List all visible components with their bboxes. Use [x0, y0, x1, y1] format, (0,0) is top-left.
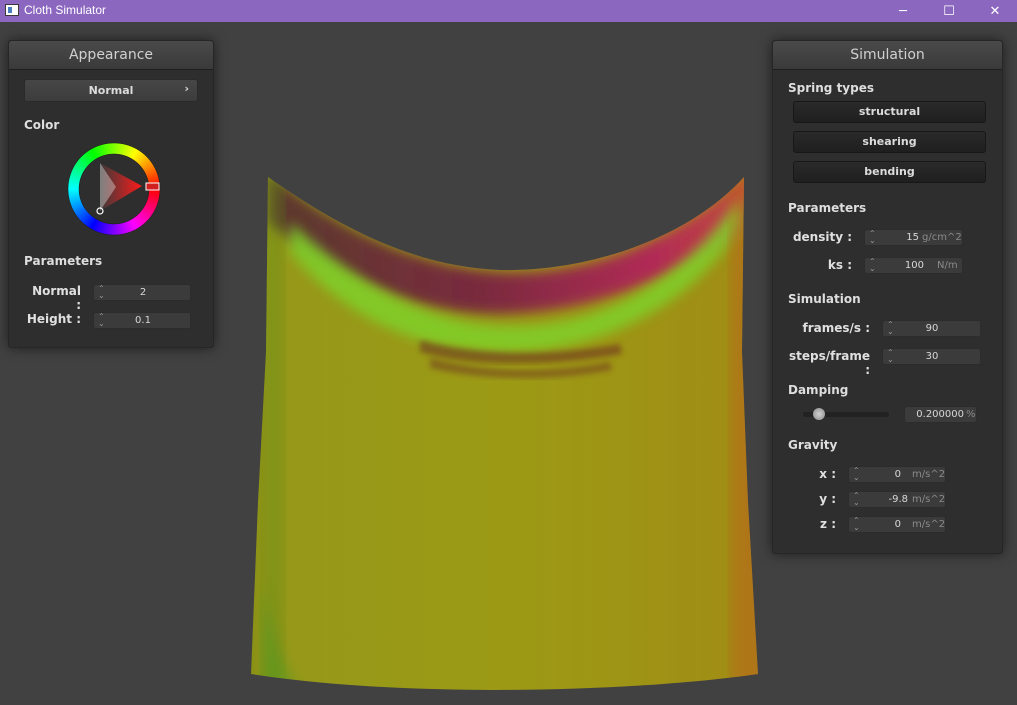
stepper-arrows-icon[interactable]: ⌃ ⌄: [869, 258, 876, 273]
stepper-arrows-icon[interactable]: ⌃ ⌄: [887, 321, 894, 336]
bending-button[interactable]: bending: [793, 161, 986, 183]
steps-value: 30: [925, 351, 939, 362]
frames-label: frames/s :: [802, 321, 870, 335]
density-value: 15: [906, 232, 919, 243]
appearance-panel-title: Appearance: [9, 41, 213, 70]
damping-value: 0.200000: [916, 409, 964, 420]
window-title: Cloth Simulator: [24, 3, 107, 17]
sim-parameters-label: Parameters: [788, 201, 867, 215]
gravity-z-label: z :: [820, 517, 836, 531]
height-stepper[interactable]: ⌃ ⌄ 0.1: [93, 312, 191, 329]
gravity-z-value: 0: [894, 519, 901, 530]
gravity-x-label: x :: [819, 467, 836, 481]
normal-label: Normal :: [32, 284, 81, 312]
ks-value: 100: [904, 260, 924, 271]
gravity-x-stepper[interactable]: ⌃ ⌄ 0 m/s^2: [848, 466, 946, 483]
ks-stepper[interactable]: ⌃ ⌄ 100 N/m: [864, 257, 963, 274]
frames-stepper[interactable]: ⌃ ⌄ 90: [882, 320, 981, 337]
stepper-arrows-icon[interactable]: ⌃ ⌄: [98, 285, 105, 300]
gravity-z-unit: m/s^2: [912, 519, 946, 530]
simulation-panel-title: Simulation: [773, 41, 1002, 70]
color-label: Color: [24, 118, 60, 132]
stepper-arrows-icon[interactable]: ⌃ ⌄: [853, 517, 860, 532]
ks-label: ks :: [827, 258, 852, 272]
density-stepper[interactable]: ⌃ ⌄ 15 g/cm^2: [864, 229, 963, 246]
damping-slider-handle[interactable]: [813, 408, 825, 420]
stepper-arrows-icon[interactable]: ⌃ ⌄: [869, 230, 876, 245]
normal-stepper[interactable]: ⌃ ⌄ 2: [93, 284, 191, 301]
chevron-right-icon: ›: [184, 82, 189, 95]
damping-field[interactable]: 0.200000 %: [904, 406, 977, 423]
gravity-y-label: y :: [819, 492, 836, 506]
spring-types-label: Spring types: [788, 81, 875, 95]
damping-label: Damping: [788, 383, 849, 397]
close-button[interactable]: ✕: [972, 0, 1017, 22]
parameters-label: Parameters: [24, 254, 103, 268]
stepper-arrows-icon[interactable]: ⌃ ⌄: [887, 349, 894, 364]
shearing-button[interactable]: shearing: [793, 131, 986, 153]
render-viewport[interactable]: Appearance Normal › Color Parameters Nor…: [0, 22, 1017, 705]
density-label: density :: [792, 230, 852, 244]
maximize-button[interactable]: ☐: [926, 0, 972, 22]
app-icon: [5, 4, 19, 16]
stepper-arrows-icon[interactable]: ⌃ ⌄: [98, 313, 105, 328]
gravity-x-value: 0: [894, 469, 901, 480]
stepper-arrows-icon[interactable]: ⌃ ⌄: [853, 492, 860, 507]
gravity-label: Gravity: [788, 438, 838, 452]
damping-unit: %: [966, 409, 976, 420]
height-value: 0.1: [135, 315, 151, 326]
simulation-section-label: Simulation: [788, 292, 861, 306]
gravity-z-stepper[interactable]: ⌃ ⌄ 0 m/s^2: [848, 516, 946, 533]
steps-stepper[interactable]: ⌃ ⌄ 30: [882, 348, 981, 365]
window-titlebar: Cloth Simulator ─ ☐ ✕: [0, 0, 1017, 22]
simulation-panel: Simulation Spring types structural shear…: [772, 40, 1003, 554]
stepper-arrows-icon[interactable]: ⌃ ⌄: [853, 467, 860, 482]
height-label: Height :: [26, 312, 81, 326]
normal-value: 2: [139, 287, 147, 298]
color-wheel[interactable]: [66, 141, 162, 237]
shader-dropdown-value: Normal: [88, 84, 134, 97]
density-unit: g/cm^2: [922, 232, 962, 243]
gravity-y-value: -9.8: [888, 494, 908, 505]
frames-value: 90: [925, 323, 939, 334]
gravity-y-stepper[interactable]: ⌃ ⌄ -9.8 m/s^2: [848, 491, 946, 508]
minimize-button[interactable]: ─: [880, 0, 926, 22]
ks-unit: N/m: [937, 260, 958, 271]
gravity-y-unit: m/s^2: [912, 494, 946, 505]
steps-label: steps/frame :: [788, 349, 870, 377]
appearance-panel: Appearance Normal › Color Parameters Nor…: [8, 40, 214, 348]
shader-dropdown[interactable]: Normal ›: [24, 79, 198, 102]
structural-button[interactable]: structural: [793, 101, 986, 123]
gravity-x-unit: m/s^2: [912, 469, 946, 480]
